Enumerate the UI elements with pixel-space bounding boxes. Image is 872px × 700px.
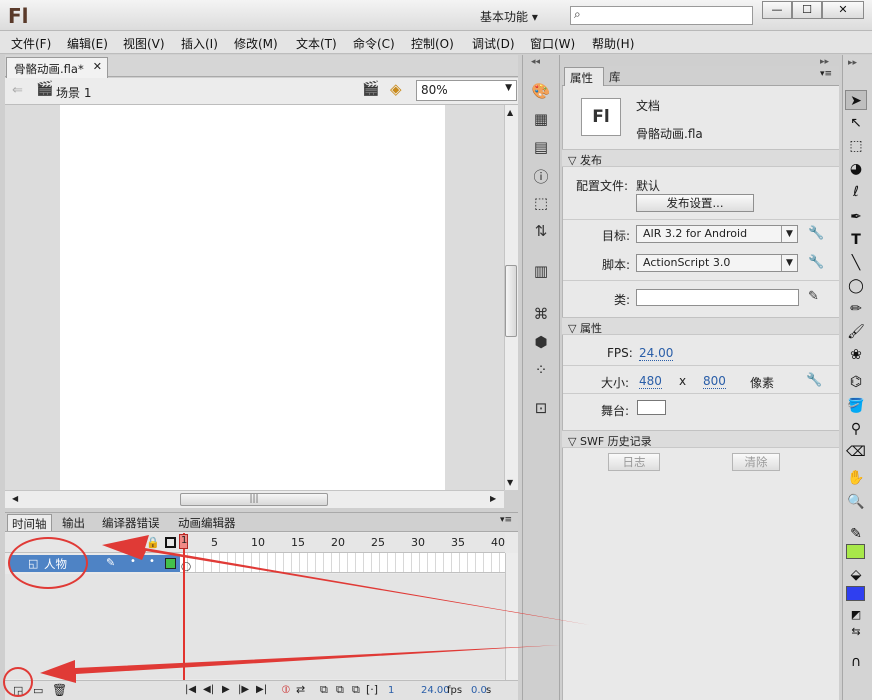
annotation-arrow-lower (40, 645, 560, 683)
annotation-arrows (40, 535, 590, 683)
annotation-arrow-upper (102, 535, 590, 625)
